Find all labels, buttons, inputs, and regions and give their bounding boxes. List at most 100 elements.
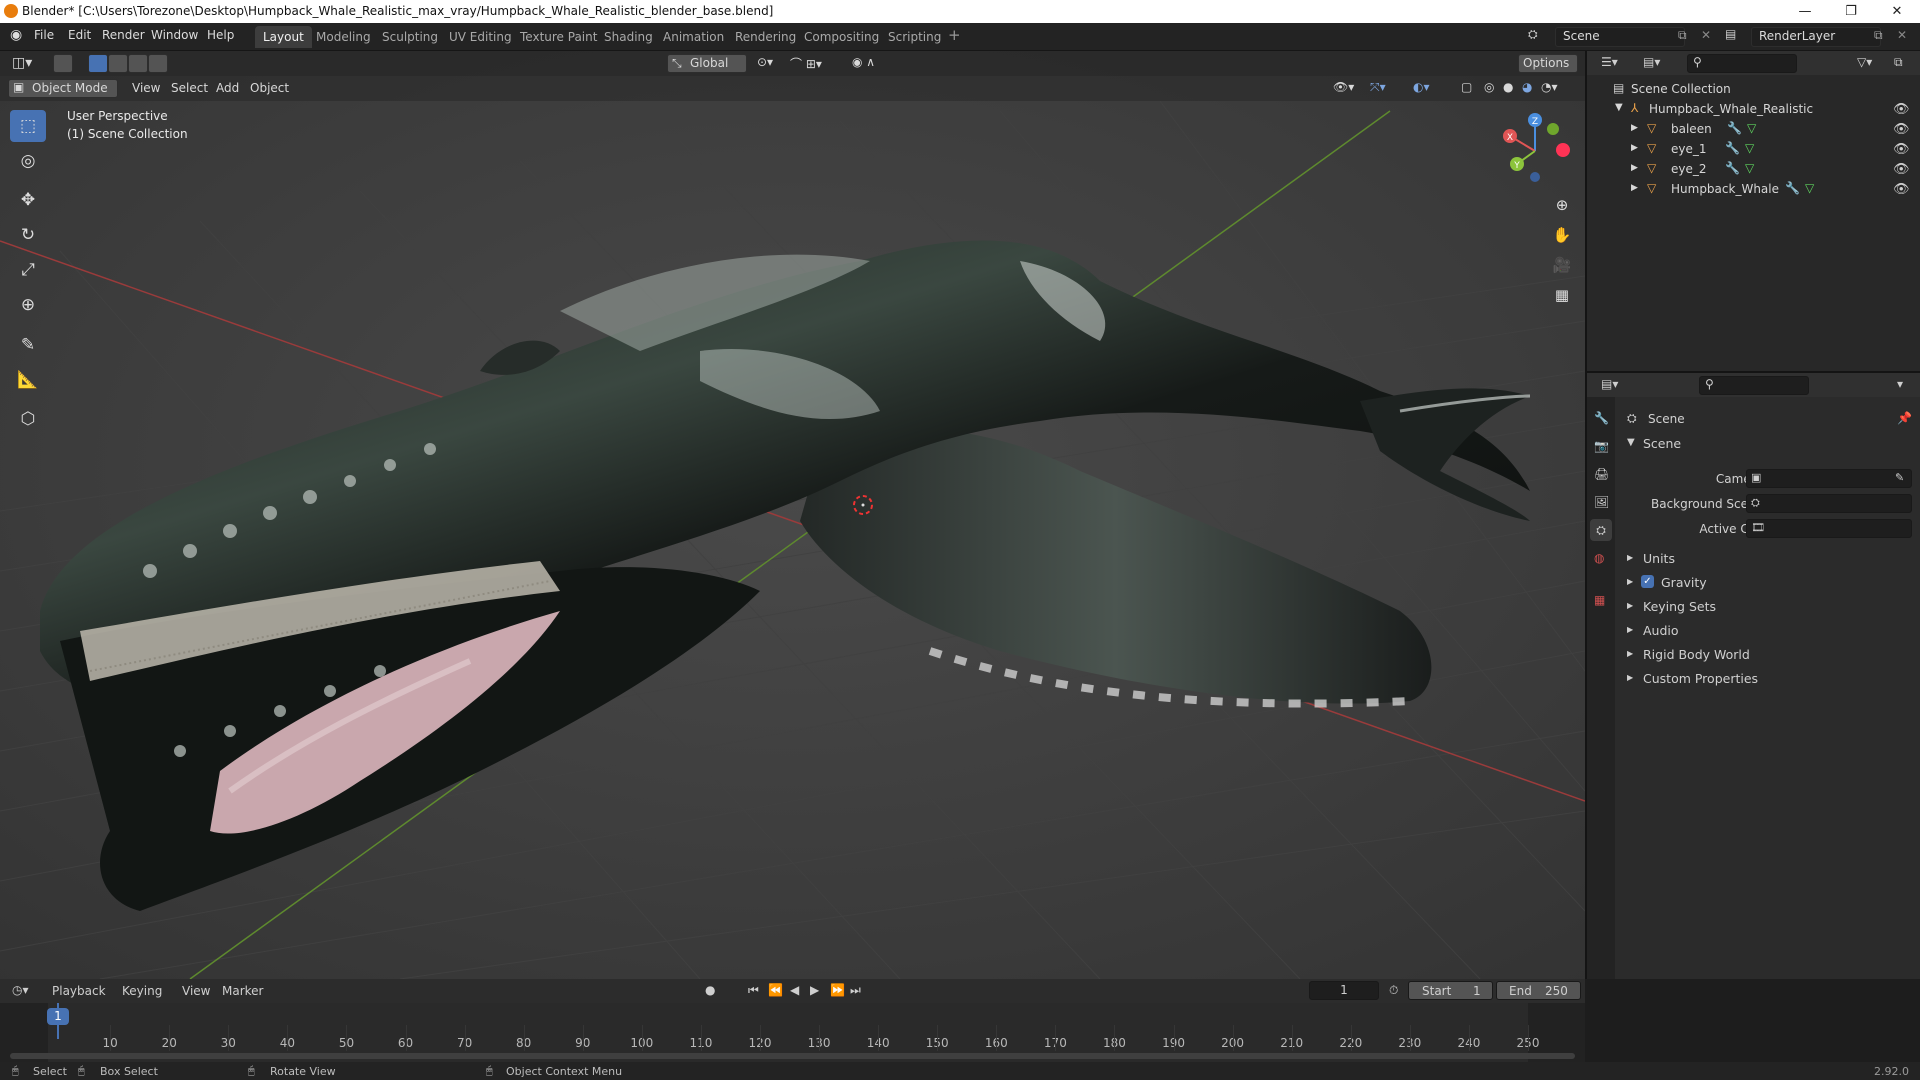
filter-icon[interactable]: ▽▾ xyxy=(1857,55,1872,69)
tool-tab-icon[interactable]: 🔧 xyxy=(1594,411,1609,425)
select-mode-new-icon[interactable] xyxy=(88,54,108,73)
menu-object[interactable]: Object xyxy=(250,81,289,95)
mesh-data-icon[interactable]: ▽ xyxy=(1747,121,1756,135)
select-box-tool-icon[interactable]: ⬚ xyxy=(10,110,46,142)
outliner-search-field[interactable] xyxy=(1687,54,1797,73)
scene-selector-icon[interactable]: ⛭ xyxy=(1528,27,1538,42)
menu-add[interactable]: Add xyxy=(216,81,239,95)
new-scene-icon[interactable]: ⧉ xyxy=(1678,28,1687,43)
gravity-checkbox[interactable]: ✓ xyxy=(1641,575,1654,588)
scene-collection-row[interactable]: ▤ Scene Collection xyxy=(1587,79,1920,99)
tab-animation[interactable]: Animation xyxy=(655,26,732,48)
play-icon[interactable]: ▶ xyxy=(810,983,819,997)
timeline-ruler[interactable]: 1 10203040506070809010011012013014015016… xyxy=(0,1003,1585,1062)
record-button-icon[interactable]: ● xyxy=(705,983,715,997)
camera-field[interactable] xyxy=(1746,469,1912,488)
restore-button[interactable]: ❐ xyxy=(1828,0,1874,23)
select-mode-extend-icon[interactable] xyxy=(108,54,128,73)
menu-timeline-view[interactable]: View xyxy=(182,984,210,998)
outliner-editor-type-icon[interactable]: ☰▾ xyxy=(1601,55,1618,69)
expand-arrow-icon[interactable]: ▶ xyxy=(1631,183,1638,193)
view-layer-icon[interactable]: ▤ xyxy=(1725,27,1736,41)
add-cube-tool-icon[interactable]: ⬡ xyxy=(10,403,46,435)
tab-scripting[interactable]: Scripting xyxy=(880,26,949,48)
add-workspace-icon[interactable]: + xyxy=(948,26,961,44)
gizmo-toggle-icon[interactable]: ⤧▾ xyxy=(1370,80,1386,95)
menu-help[interactable]: Help xyxy=(207,28,234,42)
xray-icon[interactable]: ▢ xyxy=(1461,80,1472,94)
render-tab-icon[interactable]: 📷 xyxy=(1594,439,1609,453)
mesh-data-icon[interactable]: ▽ xyxy=(1745,141,1754,155)
rotate-tool-icon[interactable]: ↻ xyxy=(10,219,46,251)
select-mode-invert-icon[interactable] xyxy=(148,54,168,73)
active-clip-field[interactable] xyxy=(1746,519,1912,538)
rendered-shading-icon[interactable]: ◔▾ xyxy=(1541,80,1558,94)
material-shading-icon[interactable]: ◕ xyxy=(1522,80,1532,94)
expand-arrow-icon[interactable]: ▶ xyxy=(1631,123,1638,133)
modifier-wrench-icon[interactable]: 🔧 xyxy=(1785,181,1800,195)
background-scene-field[interactable] xyxy=(1746,494,1912,513)
keying-sets-panel-header[interactable]: ▶ Keying Sets xyxy=(1621,596,1913,618)
menu-file[interactable]: File xyxy=(34,28,54,42)
play-reverse-icon[interactable]: ◀ xyxy=(790,983,799,997)
timeline-editor-type-icon[interactable]: ◷▾ xyxy=(12,983,29,997)
view-layer-tab-icon[interactable]: 🖼 xyxy=(1594,495,1609,509)
modifier-wrench-icon[interactable]: 🔧 xyxy=(1727,121,1742,135)
gravity-panel-header[interactable]: ▶ ✓ Gravity xyxy=(1621,572,1913,594)
editor-type-icon[interactable]: ◫▾ xyxy=(12,55,32,71)
current-frame-field[interactable]: 1 xyxy=(1309,981,1379,1000)
mesh-data-icon[interactable]: ▽ xyxy=(1745,161,1754,175)
menu-select[interactable]: Select xyxy=(171,81,208,95)
scale-tool-icon[interactable]: ⤢ xyxy=(10,254,46,286)
transform-tool-icon[interactable]: ⊕ xyxy=(10,289,46,321)
pivot-icon[interactable]: ⊙▾ xyxy=(757,55,773,69)
modifier-wrench-icon[interactable]: 🔧 xyxy=(1725,141,1740,155)
properties-editor-type-icon[interactable]: ▤▾ xyxy=(1601,377,1618,391)
outliner-item-eye-1[interactable]: ▶ ▽ eye_1 🔧 ▽ 👁 xyxy=(1587,139,1920,159)
menu-edit[interactable]: Edit xyxy=(68,28,91,42)
visibility-eye-icon[interactable]: 👁 xyxy=(1893,122,1910,137)
scene-panel-header[interactable]: ▼ Scene xyxy=(1621,433,1913,455)
menu-view[interactable]: View xyxy=(132,81,160,95)
menu-window[interactable]: Window xyxy=(151,28,198,42)
proportional-edit-icon[interactable]: ◉ ∧ xyxy=(852,55,875,69)
wireframe-shading-icon[interactable]: ◎ xyxy=(1484,80,1494,94)
tab-texture-paint[interactable]: Texture Paint xyxy=(512,26,605,48)
playhead-frame-badge[interactable]: 1 xyxy=(47,1008,69,1025)
menu-render[interactable]: Render xyxy=(102,28,145,42)
new-collection-icon[interactable]: ⧉ xyxy=(1894,55,1903,70)
pin-icon[interactable]: 📌 xyxy=(1897,411,1912,425)
jump-end-icon[interactable]: ⏭ xyxy=(850,983,861,998)
modifier-wrench-icon[interactable]: 🔧 xyxy=(1725,161,1740,175)
menu-keying[interactable]: Keying xyxy=(122,984,162,998)
tab-layout[interactable]: Layout xyxy=(255,26,312,48)
visibility-icon[interactable]: 👁▾ xyxy=(1333,80,1354,94)
timeline-scrollbar[interactable] xyxy=(10,1053,1575,1059)
world-tab-icon[interactable]: ◍ xyxy=(1594,551,1604,565)
measure-tool-icon[interactable]: 📐 xyxy=(10,364,46,396)
jump-keyframe-forward-icon[interactable]: ⏩ xyxy=(830,983,845,997)
custom-properties-panel-header[interactable]: ▶ Custom Properties xyxy=(1621,668,1913,690)
remove-scene-icon[interactable]: ✕ xyxy=(1701,28,1711,42)
rigid-body-world-panel-header[interactable]: ▶ Rigid Body World xyxy=(1621,644,1913,666)
outliner-item-humpback-whale[interactable]: ▶ ▽ Humpback_Whale 🔧 ▽ 👁 xyxy=(1587,179,1920,199)
visibility-eye-icon[interactable]: 👁 xyxy=(1893,142,1910,157)
tab-shading[interactable]: Shading xyxy=(596,26,661,48)
tab-sculpting[interactable]: Sculpting xyxy=(374,26,446,48)
close-window-button[interactable]: ✕ xyxy=(1874,0,1920,23)
tab-rendering[interactable]: Rendering xyxy=(727,26,804,48)
snap-icon[interactable]: ⌒ ⊞▾ xyxy=(790,55,822,72)
texture-tab-icon[interactable]: ▦ xyxy=(1594,593,1605,607)
eyedropper-icon[interactable]: ✎ xyxy=(1895,471,1904,484)
zoom-icon[interactable]: ⊕ xyxy=(1548,191,1576,219)
new-view-layer-icon[interactable]: ⧉ xyxy=(1874,28,1883,43)
camera-view-icon[interactable]: 🎥 xyxy=(1548,251,1576,279)
preview-range-icon[interactable]: ⏱ xyxy=(1389,983,1398,998)
outliner-item-baleen[interactable]: ▶ ▽ baleen 🔧 ▽ 👁 xyxy=(1587,119,1920,139)
blender-menu-icon[interactable]: ◉ xyxy=(10,27,22,43)
display-mode-icon[interactable]: ▤▾ xyxy=(1643,55,1660,69)
jump-start-icon[interactable]: ⏮ xyxy=(748,983,759,998)
mesh-data-icon[interactable]: ▽ xyxy=(1805,181,1814,195)
pan-hand-icon[interactable]: ✋ xyxy=(1548,221,1576,249)
annotate-tool-icon[interactable]: ✎ xyxy=(10,329,46,361)
